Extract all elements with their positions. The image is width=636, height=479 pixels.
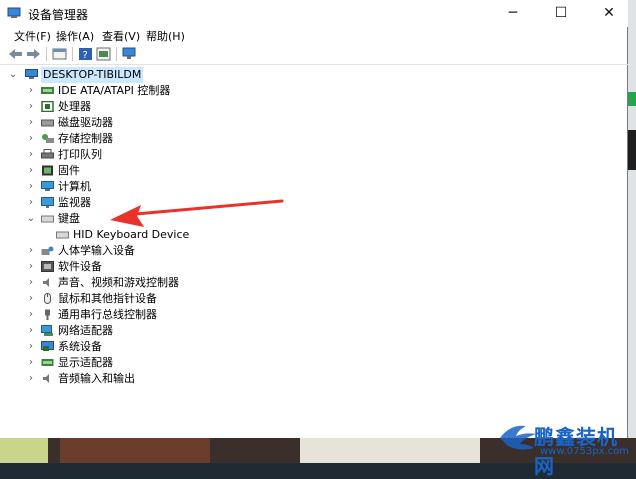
watermark-url: www.0753px.com [540, 446, 630, 457]
background-window-edge [628, 0, 636, 463]
device-manager-window: 设备管理器 ─ ☐ ✕ 文件(F) 操作(A) 查看(V) 帮助(H) ? ⌄ … [0, 0, 628, 438]
annotation-arrow [110, 199, 284, 227]
